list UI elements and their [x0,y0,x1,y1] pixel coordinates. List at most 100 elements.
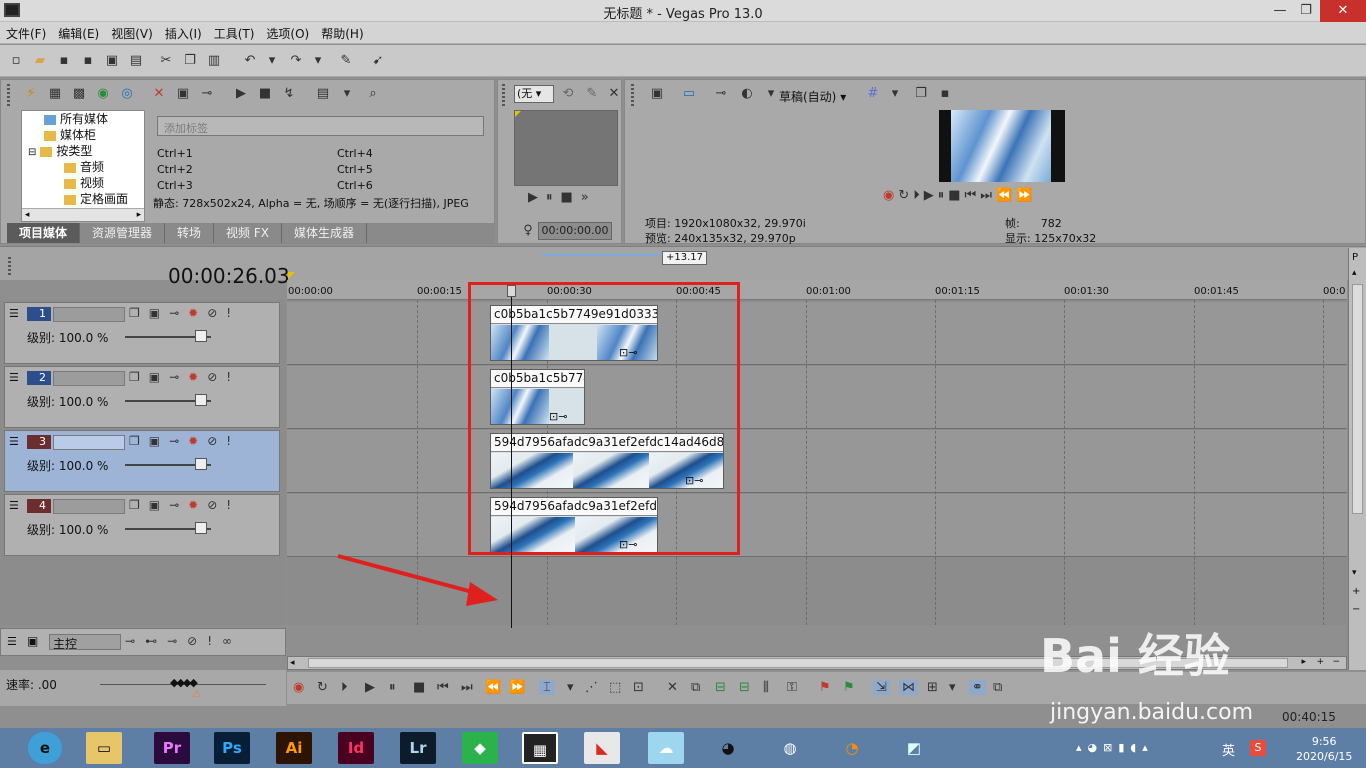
views-icon[interactable]: ▤ [315,86,331,102]
render-icon[interactable]: ▣ [104,53,120,69]
menu-insert[interactable]: 插入(I) [159,22,208,42]
refresh-icon[interactable]: ◉ [95,86,111,102]
search-icon[interactable]: ⌕ [365,86,381,102]
media-fx-icon[interactable]: ⊸ [199,86,215,102]
trimmer-history-icon[interactable]: ⟲ [560,86,576,102]
auto-preview-icon[interactable]: ↯ [281,86,297,102]
track-list-icon[interactable]: P [1352,252,1358,263]
playhead-handle[interactable] [507,285,516,297]
external-monitor-icon[interactable]: ▭ [681,86,697,102]
fx-icon[interactable]: ⊸ [169,306,188,320]
tray-ime-icon[interactable]: S [1250,740,1266,756]
scroll-down-icon[interactable]: ▾ [1352,568,1357,578]
tray-volume-icon[interactable]: ◖ [1130,741,1142,754]
tray-battery-icon[interactable]: ▮ [1118,741,1130,754]
file-explorer-icon[interactable]: ▭ [86,732,122,764]
lock-envelopes-icon[interactable]: ⚭ [969,680,986,695]
menu-view[interactable]: 视图(V) [105,22,159,42]
track-header-3[interactable]: ☰ 3 ❐▣⊸✹⊘! 级别: 100.0 % [4,430,280,492]
ripple-dropdown-icon[interactable]: ▾ [949,680,956,695]
split-icon[interactable]: ⫼ [763,680,769,695]
tray-network-icon[interactable]: ⊠ [1103,741,1118,754]
track-expand-icon[interactable]: ☰ [9,371,19,384]
copy-icon[interactable]: ❐ [182,53,198,69]
go-end-icon[interactable]: ⏭ [980,188,996,203]
delete-icon[interactable]: ✕ [667,680,678,695]
slider-thumb[interactable] [195,330,207,342]
zoom-tool-icon[interactable]: ⊡ [633,680,644,695]
trim-start-icon[interactable]: ⊟ [715,680,726,695]
track-expand-icon[interactable]: ☰ [9,307,19,320]
panel-gripper[interactable] [631,84,634,106]
master-fx-icon[interactable]: ⊸ [125,634,145,648]
stop-icon[interactable]: ■ [413,680,425,695]
region-icon[interactable]: ⚑ [843,680,855,695]
compositing-icon[interactable]: ❐ [129,498,149,512]
tree-item-all-media[interactable]: 所有媒体 [22,111,144,127]
play-media-icon[interactable]: ▶ [233,86,249,102]
tool-dropdown-icon[interactable]: ▾ [567,680,574,695]
mute-icon[interactable]: ⊘ [207,370,226,384]
paste-icon[interactable]: ▥ [206,53,222,69]
trimmer-media-dropdown[interactable]: (无 ▾ [514,85,554,103]
master-solo-icon[interactable]: ! [207,634,222,648]
save-as-icon[interactable]: ▪ [80,53,96,69]
track-header-4[interactable]: ☰ 4 ❐▣⊸✹⊘! 级别: 100.0 % [4,494,280,556]
new-file-icon[interactable]: ▫ [8,53,24,69]
menu-file[interactable]: 文件(F) [0,22,52,42]
tray-signal-icon[interactable]: ▴ [1142,741,1154,754]
track-lane-1[interactable] [287,302,1347,365]
go-start-icon[interactable]: ⏮ [965,188,981,203]
trimmer-close-icon[interactable]: ✕ [606,86,622,102]
illustrator-icon[interactable]: Ai [276,732,312,764]
vscroll-thumb[interactable] [1352,284,1363,514]
stop-icon[interactable]: ■ [561,190,581,205]
scroll-up-icon[interactable]: ▴ [1352,268,1357,278]
slider-thumb[interactable] [195,458,207,470]
go-end-icon[interactable]: ⏭ [461,680,473,695]
master-mute-icon[interactable]: ⊘ [187,634,207,648]
master-volume-icon[interactable]: ∞ [222,634,242,648]
split-dropdown-icon[interactable]: ▾ [763,86,779,102]
cut-icon[interactable]: ✂ [158,53,174,69]
more-icon[interactable]: » [581,190,597,205]
play-from-start-icon[interactable]: ⏵ [913,188,924,203]
copy-snapshot-icon[interactable]: ❐ [913,86,929,102]
slider-thumb[interactable] [195,522,207,534]
tree-item-still-images[interactable]: 定格画面 [22,191,144,207]
ie-browser-icon[interactable]: e [28,732,62,764]
restore-button[interactable]: ❐ [1292,0,1320,22]
tree-item-video[interactable]: 视频 [22,175,144,191]
selection-tool-icon[interactable]: ⬚ [609,680,621,695]
zoom-in-icon[interactable]: + [1316,657,1324,667]
menu-options[interactable]: 选项(O) [260,22,315,42]
pause-icon[interactable]: ⏸ [546,190,561,205]
tray-expand-icon[interactable]: ▴ [1076,741,1088,754]
save-snapshot-icon[interactable]: ▪ [937,86,953,102]
motion-icon[interactable]: ▣ [149,498,169,512]
fx-icon[interactable]: ⊸ [169,498,188,512]
track-header-2[interactable]: ☰ 2 ❐▣⊸✹⊘! 级别: 100.0 % [4,366,280,428]
redo-icon[interactable]: ↷ [288,53,304,69]
trimmer-pin-icon[interactable]: ✎ [584,86,600,102]
indesign-icon[interactable]: Id [338,732,374,764]
preview-quality-dropdown[interactable]: 草稿(自动) ▾ [779,88,846,105]
track-lane-3[interactable] [287,430,1347,493]
menu-tools[interactable]: 工具(T) [208,22,261,42]
compositing-icon[interactable]: ❐ [129,370,149,384]
get-media-icon[interactable]: ▩ [71,86,87,102]
redo-dropdown-icon[interactable]: ▾ [310,53,326,69]
scroll-left-icon[interactable]: ◂ [290,658,295,668]
overlays-icon[interactable]: # [865,86,881,102]
stop-icon[interactable]: ■ [948,188,964,203]
zoom-out-icon[interactable]: − [1332,657,1340,667]
premiere-icon[interactable]: Pr [154,732,190,764]
trim-end-icon[interactable]: ⊟ [739,680,750,695]
track-lane-2[interactable] [287,366,1347,429]
gear-icon[interactable]: ✹ [188,306,207,320]
loop-icon[interactable]: ↻ [898,188,913,203]
add-tag-input[interactable]: 添加标签 [157,116,484,136]
scroll-right-icon[interactable]: ▸ [1301,657,1306,667]
overlays-dropdown-icon[interactable]: ▾ [887,86,903,102]
track-name-field[interactable] [53,435,125,450]
